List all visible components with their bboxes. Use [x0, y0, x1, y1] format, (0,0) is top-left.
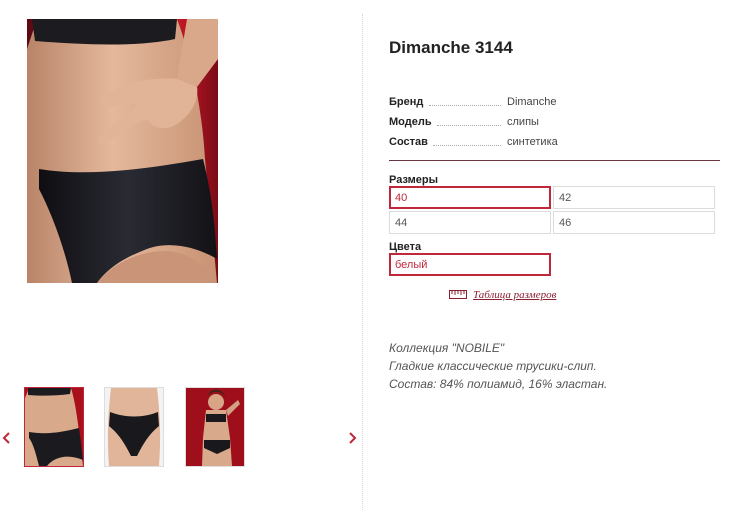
full-set-photo-icon — [186, 388, 244, 466]
size-option-46[interactable]: 46 — [553, 211, 715, 234]
product-title: Dimanche 3144 — [389, 38, 513, 57]
spec-leader-dots — [433, 145, 501, 146]
spec-row-model: Модель слипы — [389, 116, 559, 132]
description-line: Гладкие классические трусики-слип. — [389, 359, 597, 373]
chevron-right-icon — [349, 432, 357, 444]
size-option-44[interactable]: 44 — [389, 211, 551, 234]
size-table-link[interactable]: Таблица размеров — [473, 289, 556, 301]
column-divider — [362, 14, 363, 510]
product-description: Коллекция "NOBILE" Гладкие классические … — [389, 339, 719, 393]
gallery-thumbnail-1[interactable] — [24, 387, 84, 467]
chevron-left-icon — [2, 432, 10, 444]
spec-value: Dimanche — [507, 96, 557, 108]
gallery-prev-arrow[interactable] — [0, 428, 14, 448]
description-line: Коллекция "NOBILE" — [389, 341, 505, 355]
size-option-42[interactable]: 42 — [553, 186, 715, 209]
color-option-white[interactable]: белый — [389, 253, 551, 276]
spec-row-composition: Состав синтетика — [389, 136, 559, 152]
spec-row-brand: Бренд Dimanche — [389, 96, 559, 112]
gallery-next-arrow[interactable] — [345, 428, 359, 448]
spec-label: Бренд — [389, 96, 424, 108]
brief-closeup-photo-icon — [105, 388, 163, 466]
ruler-icon — [449, 290, 467, 299]
section-divider — [389, 160, 720, 161]
colors-label: Цвета — [389, 241, 422, 253]
gallery-thumbnail-2[interactable] — [104, 387, 164, 467]
spec-label: Модель — [389, 116, 432, 128]
gallery-thumbnail-3[interactable] — [185, 387, 245, 467]
spec-leader-dots — [429, 105, 501, 106]
sizes-label: Размеры — [389, 174, 439, 186]
main-product-photo[interactable] — [27, 19, 218, 283]
spec-value: слипы — [507, 116, 539, 128]
front-view-photo-icon — [25, 388, 83, 466]
size-option-40[interactable]: 40 — [389, 186, 551, 209]
model-photo-image — [27, 19, 218, 283]
description-line: Состав: 84% полиамид, 16% эластан. — [389, 377, 608, 391]
spec-label: Состав — [389, 136, 428, 148]
spec-value: синтетика — [507, 136, 558, 148]
spec-leader-dots — [437, 125, 501, 126]
